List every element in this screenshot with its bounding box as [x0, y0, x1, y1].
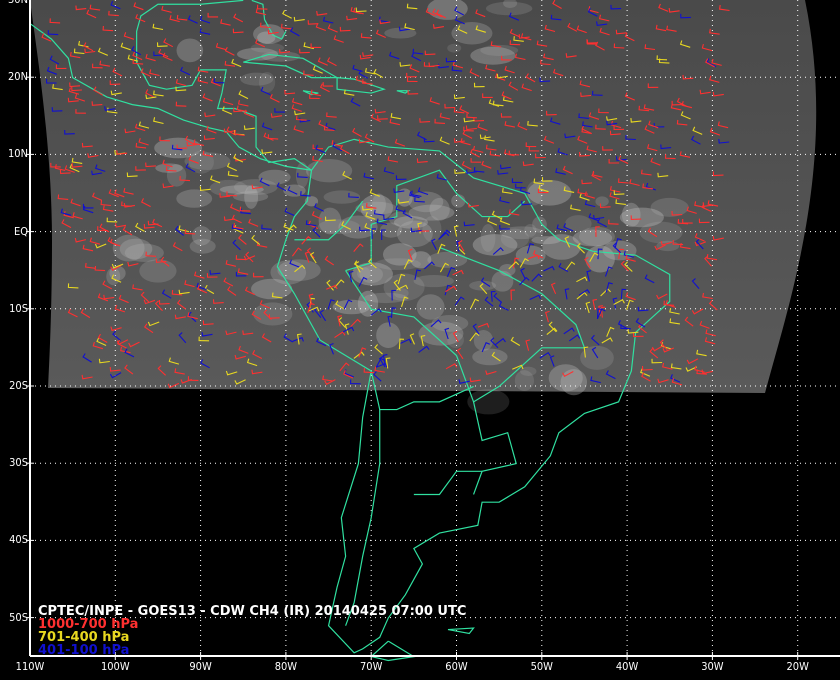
lat-label: 40S	[9, 533, 28, 547]
lat-label: 30N	[2, 0, 28, 6]
coastline	[447, 627, 475, 635]
cloud	[251, 278, 293, 300]
lat-label: 30S	[9, 456, 28, 470]
cloud	[360, 194, 394, 221]
cloud	[318, 207, 342, 235]
cloud	[542, 234, 581, 260]
cloud	[621, 202, 641, 228]
lon-label: 110W	[15, 660, 45, 673]
lon-label: 50W	[530, 660, 553, 673]
cloud	[515, 245, 546, 266]
lon-label: 100W	[100, 660, 130, 673]
lon-label: 30W	[701, 660, 724, 673]
cloud	[429, 197, 450, 221]
cloud	[155, 163, 183, 173]
coastline	[413, 470, 483, 496]
cloud	[491, 270, 514, 292]
lat-label: 10N	[8, 147, 28, 161]
lat-label: 20S	[9, 379, 28, 392]
cloud	[527, 179, 572, 206]
lat-label: 50S	[9, 610, 28, 624]
legend-high-level: 401-100 hPa	[38, 643, 130, 658]
cloud	[305, 159, 353, 183]
cloud	[451, 194, 466, 208]
cloud	[447, 332, 464, 348]
lon-label: 80W	[274, 660, 298, 673]
cloud	[447, 43, 462, 53]
lon-label: 60W	[445, 660, 468, 673]
cloud	[176, 189, 213, 208]
cloud	[472, 348, 508, 366]
cloud	[253, 302, 293, 326]
lon-label: 70W	[359, 660, 383, 673]
cloud	[650, 197, 689, 217]
lon-label: 40W	[615, 660, 639, 673]
cloud	[416, 294, 445, 320]
coastline	[345, 409, 381, 626]
satellite-wind-map	[26, 0, 840, 662]
cloud	[514, 370, 534, 391]
lon-label: 90W	[189, 660, 212, 673]
cloud	[189, 238, 216, 254]
cloud	[595, 196, 609, 207]
cloud	[376, 322, 401, 349]
lat-label: EQ	[13, 224, 28, 238]
cloud	[364, 292, 408, 304]
cloud	[431, 315, 469, 332]
coastline	[472, 401, 517, 495]
lat-label: 10S	[9, 301, 28, 315]
cloud	[240, 72, 274, 86]
cloud	[485, 1, 533, 16]
cloud	[232, 191, 269, 202]
lat-label: 20N	[8, 70, 28, 84]
cloud	[560, 369, 588, 396]
cloud	[176, 38, 204, 63]
cloud	[580, 345, 614, 370]
lon-label: 20W	[786, 660, 809, 673]
cloud	[427, 251, 468, 268]
cloud	[451, 21, 493, 45]
cloud	[236, 47, 279, 61]
coastline	[369, 640, 416, 662]
